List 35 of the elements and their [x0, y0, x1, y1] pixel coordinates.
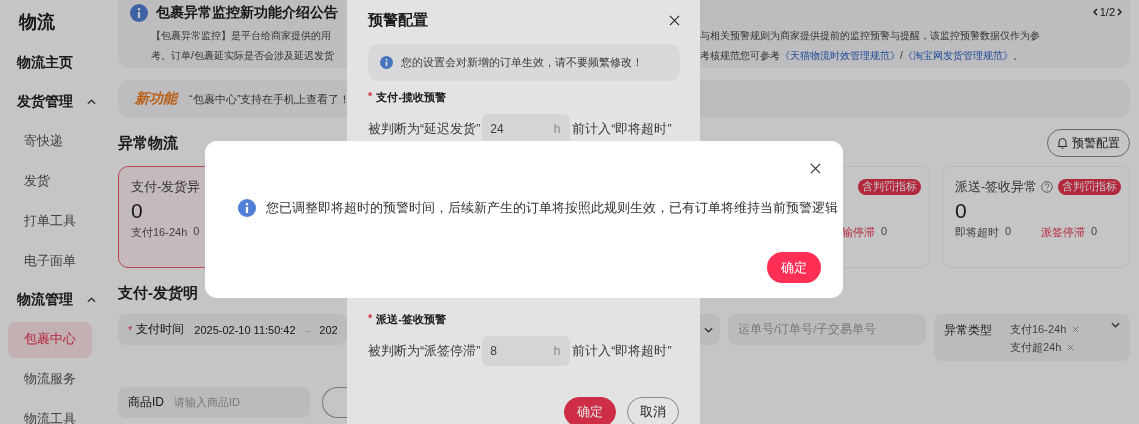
penalty-badge: 含判罚指标	[858, 179, 921, 195]
modal-title: 预警配置	[368, 10, 428, 30]
rule-suffix: 前计入“即将超时”	[572, 342, 672, 360]
rule-suffix: 前计入“即将超时”	[572, 120, 672, 138]
rule-prefix: 被判断为“延迟发货”	[368, 120, 481, 138]
metric-value: 0	[193, 225, 200, 239]
section-label: * 派送-签收预警	[368, 312, 680, 328]
new-feature-tag: 新功能	[135, 90, 177, 108]
notice-text: 考。订单/包裹延实际是否会涉及延迟发货	[150, 49, 335, 64]
metric-label: 输停滞	[841, 225, 875, 240]
required-mark: *	[368, 312, 373, 326]
card-count: 0	[131, 198, 143, 224]
metric-value: 0	[1005, 225, 1012, 239]
section-label: * 支付-揽收预警	[368, 90, 680, 106]
modal-notice: 您的设置会对新增的订单生效，请不要频繁修改！	[368, 44, 680, 81]
banner-text: “包裹中心”支持在手机上查看了！	[189, 91, 351, 107]
notice-text: 【包裹异常监控】是平台给商家提供的用	[150, 28, 332, 43]
metric-label: 派签停滞	[1041, 225, 1085, 240]
sidebar-title: 物流	[17, 11, 56, 34]
notice-text: 考核规范您可参考《天猫物流时效管理规范》/《淘宝网发货管理规范》。	[700, 49, 1024, 64]
required-mark: *	[368, 90, 373, 104]
metric-label: 支付16-24h	[131, 225, 188, 240]
notice-text: 与相关预警规则为商家提供提前的监控预警与提醒，该监控预警数据仅作为参	[700, 28, 1041, 43]
required-mark: *	[128, 323, 133, 336]
section-title: 支付-发货明	[118, 284, 199, 303]
penalty-badge: 含判罚指标	[1058, 179, 1121, 195]
card-count: 0	[955, 198, 967, 224]
card-title: 支付-发货异	[131, 178, 201, 196]
metric-value: 0	[880, 225, 887, 239]
rule-prefix: 被判断为“派签停滞”	[368, 342, 481, 360]
metric-value: 0	[1091, 225, 1098, 239]
card-title: 派送-签收异常	[955, 178, 1038, 196]
notice-title: 包裹异常监控新功能介绍公告	[156, 4, 338, 22]
section-title: 异常物流	[118, 133, 178, 153]
metric-label: 即将超时	[955, 225, 999, 240]
